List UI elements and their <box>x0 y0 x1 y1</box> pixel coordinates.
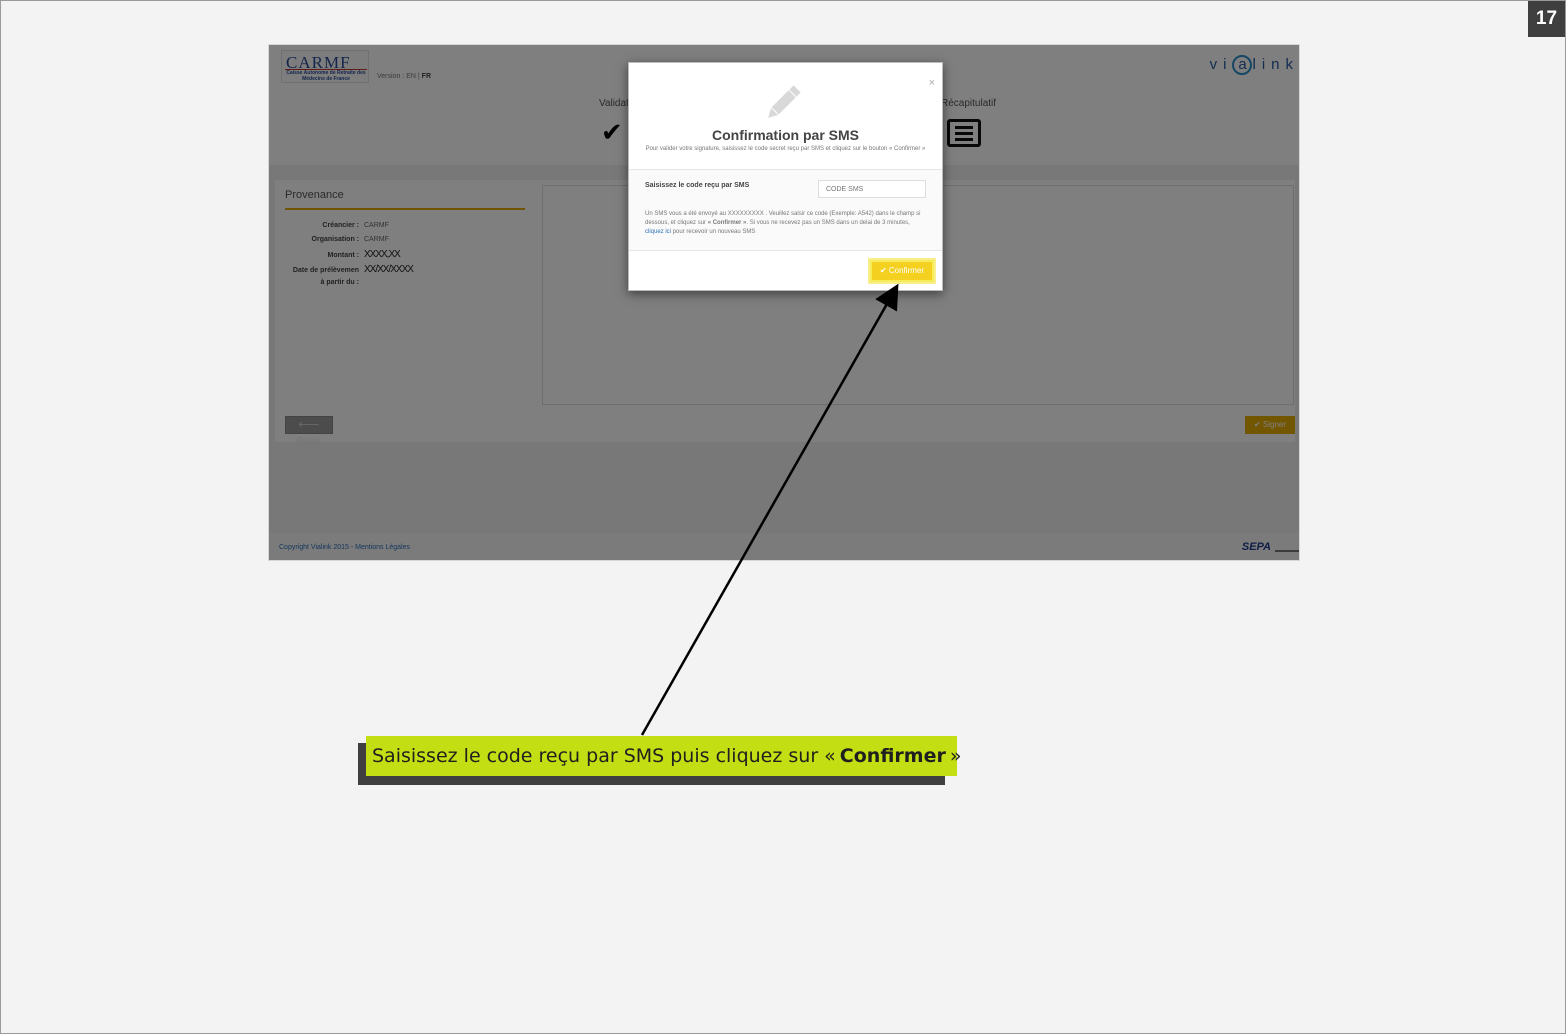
close-icon[interactable]: × <box>929 77 935 89</box>
sms-confirmation-modal: × Confirmation par SMS Pour valider votr… <box>628 62 943 291</box>
page-number: 17 <box>1528 1 1565 37</box>
modal-body: Saisissez le code reçu par SMS Un SMS vo… <box>629 170 942 250</box>
modal-divider <box>629 250 942 251</box>
modal-subtitle: Pour valider votre signature, saisissez … <box>645 146 926 152</box>
check-icon: ✔ <box>879 266 887 275</box>
screenshot: CARMF Caisse Autonome de Retraite des Mé… <box>268 44 1300 561</box>
confirmer-button[interactable]: ✔ Confirmer <box>870 260 934 282</box>
pencil-icon <box>768 85 801 118</box>
sms-code-input[interactable] <box>818 180 926 198</box>
modal-title: Confirmation par SMS <box>711 127 859 143</box>
resend-sms-link[interactable]: cliquez ici <box>645 229 671 235</box>
sms-code-label: Saisissez le code reçu par SMS <box>645 182 750 189</box>
sms-info-text: Un SMS vous a été envoyé au XXXXXXXXX . … <box>645 211 921 235</box>
instruction-callout: Saisissez le code reçu par SMS puis cliq… <box>366 736 961 776</box>
